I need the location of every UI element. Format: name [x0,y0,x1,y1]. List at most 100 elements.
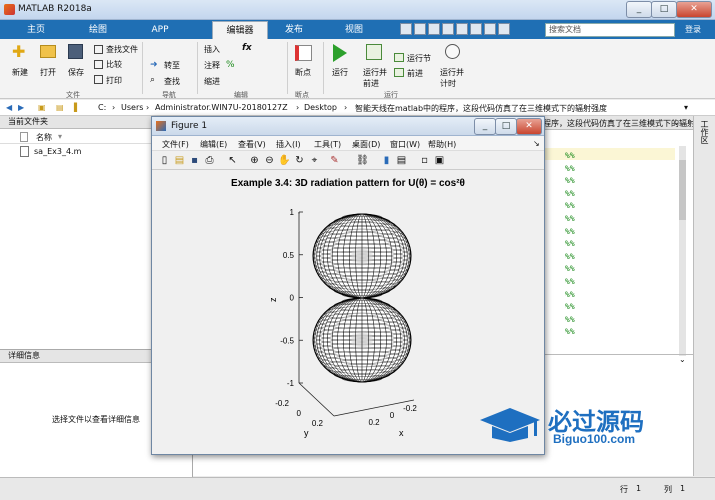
tab-publish[interactable]: 发布 [272,21,316,39]
figure-minimize-button[interactable]: _ [474,118,496,135]
paste-icon[interactable] [442,23,454,35]
path-drive[interactable]: C: [98,103,106,112]
fx-icon[interactable]: fx [242,43,252,53]
compare-button[interactable]: 比较 [106,59,122,70]
save-figure-icon[interactable]: ▪ [188,154,201,167]
advance-button[interactable]: 前进 [407,68,423,79]
print-figure-icon[interactable]: ⎙ [203,154,216,167]
menu-insert[interactable]: 插入(I) [276,139,301,150]
run-section-button[interactable]: 运行节 [407,53,431,64]
path-users[interactable]: Users [121,103,143,112]
indent-button[interactable]: 缩进 [204,76,220,87]
new-button[interactable]: 新建 [12,67,28,78]
menu-view[interactable]: 查看(V) [238,139,266,150]
menu-edit[interactable]: 编辑(E) [200,139,227,150]
run-and-advance-button[interactable]: 运行并前进 [363,67,387,89]
print-button[interactable]: 打印 [106,75,122,86]
name-column-header[interactable]: 名称 [36,132,52,143]
login-link[interactable]: 登录 [685,24,701,35]
tab-editor[interactable]: 编辑器 [212,21,268,39]
save-button[interactable]: 保存 [68,67,84,78]
back-icon[interactable]: ◀ [6,103,12,112]
checkbox-icon[interactable] [20,132,28,142]
legend-icon[interactable]: ▤ [395,154,408,167]
figure-titlebar[interactable]: Figure 1 _ □ ✕ [152,117,544,136]
edit-plot-icon[interactable]: ↖ [226,154,239,167]
figure-title: Figure 1 [171,121,208,131]
find-files-button[interactable]: 查找文件 [106,44,138,55]
find-button[interactable]: 查找 [164,76,180,87]
run-button[interactable]: 运行 [332,67,348,78]
cut-icon[interactable] [414,23,426,35]
figure-close-button[interactable]: ✕ [516,118,542,135]
tab-apps[interactable]: APP [138,21,182,39]
open-button[interactable]: 打开 [40,67,56,78]
col-label: 列 [664,485,672,494]
menu-help[interactable]: 帮助(H) [428,139,456,150]
rotate-3d-icon[interactable]: ↻ [293,154,306,167]
scrollbar-thumb[interactable] [679,160,686,220]
address-dropdown-icon[interactable]: ▾ [684,103,688,112]
forward-icon[interactable]: ▶ [18,103,24,112]
zoom-out-icon[interactable]: ⊖ [263,154,276,167]
group-label-file: 文件 [66,91,80,99]
data-cursor-icon[interactable]: ⌖ [308,154,321,167]
menu-tools[interactable]: 工具(T) [314,139,341,150]
copy-icon[interactable] [428,23,440,35]
new-figure-icon[interactable]: ▯ [158,154,171,167]
up-folder-icon[interactable]: ▣ [38,103,46,112]
editor-tab-title[interactable]: 程序，这段代码仿真了在三维模式下的辐射强度 [543,118,711,129]
command-expand-icon[interactable]: ⌄ [679,355,686,364]
editor-scrollbar[interactable] [679,146,686,356]
close-button[interactable]: ✕ [676,1,712,18]
tab-home[interactable]: 主页 [14,21,58,39]
figure-maximize-button[interactable]: □ [495,118,517,135]
run-and-time-button[interactable]: 运行并计时 [440,67,464,89]
maximize-button[interactable]: □ [651,1,677,18]
redo-icon[interactable] [470,23,482,35]
insert-button[interactable]: 插入 [204,44,220,55]
show-plot-tools-icon[interactable]: ▣ [433,154,446,167]
workspace-label[interactable]: 工作区 [699,120,710,144]
menu-file[interactable]: 文件(F) [162,139,189,150]
figure-window[interactable]: Figure 1 _ □ ✕ 文件(F) 编辑(E) 查看(V) 插入(I) 工… [151,116,545,455]
breakpoints-icon [295,45,312,61]
colorbar-icon[interactable]: ▮ [380,154,393,167]
menu-desktop[interactable]: 桌面(D) [352,139,380,150]
address-bar[interactable]: ◀ ▶ ▣ ▤ ▌ C: › Users › Administrator.WIN… [0,100,715,116]
editor-expand-icon[interactable]: ⌄ [673,118,680,127]
brush-icon[interactable]: ✎ [328,154,341,167]
comment-button[interactable]: 注释 [204,60,220,71]
file-name[interactable]: sa_Ex3_4.m [34,147,81,156]
pan-icon[interactable]: ✋ [278,154,291,167]
run-advance-icon [366,44,382,60]
search-input[interactable]: 搜索文档 [545,23,675,37]
separator [287,42,288,94]
path-user[interactable]: Administrator.WIN7U-20180127Z [155,103,288,112]
matlab-file-icon [20,146,29,157]
minimize-button[interactable]: _ [626,1,652,18]
goto-icon: ➜ [150,60,158,70]
tab-view[interactable]: 视图 [332,21,376,39]
percent-icon[interactable]: % [226,60,235,70]
hide-plot-tools-icon[interactable]: ▫ [418,154,431,167]
browse-folder-icon[interactable]: ▤ [56,103,64,112]
help-icon[interactable] [498,23,510,35]
breakpoints-button[interactable]: 断点 [295,67,311,78]
tab-plots[interactable]: 绘图 [76,21,120,39]
workspace-strip[interactable]: 工作区 [693,116,715,476]
path-folder[interactable]: 智能天线在matlab中的程序，这段代码仿真了在三维模式下的辐射强度 [355,103,607,114]
switch-windows-icon[interactable] [484,23,496,35]
link-plot-icon[interactable]: ⛓ [356,154,369,167]
zoom-in-icon[interactable]: ⊕ [248,154,261,167]
menu-window[interactable]: 窗口(W) [390,139,420,150]
menu-dock-icon[interactable]: ↘ [533,139,540,148]
save-icon[interactable] [400,23,412,35]
code-area[interactable]: %%%%%%%%%%%%%%%%%%%%%%%%%%%%%% [545,148,675,353]
undo-icon[interactable] [456,23,468,35]
code-comment-mark: %% [565,188,575,198]
path-desktop[interactable]: Desktop [304,103,337,112]
lower-lobe [312,297,412,383]
open-file-icon[interactable]: ▤ [173,154,186,167]
goto-button[interactable]: 转至 [164,60,180,71]
